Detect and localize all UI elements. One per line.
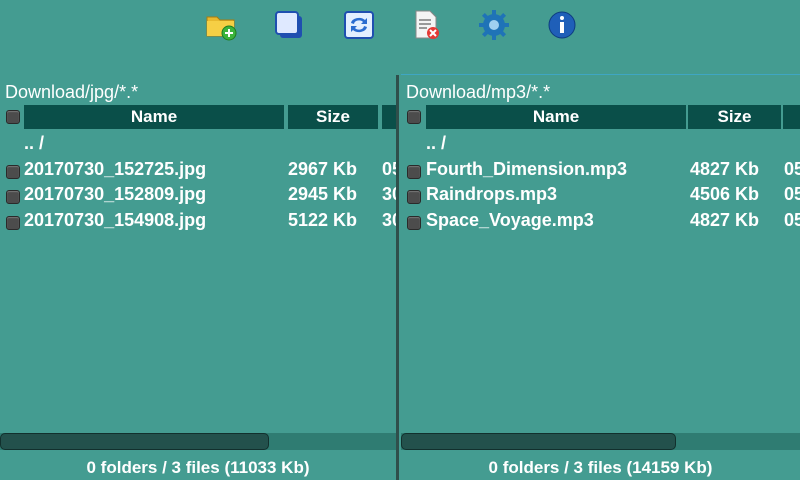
left-select-all-checkbox[interactable] — [6, 110, 20, 124]
file-date-fragment: 05 — [382, 159, 396, 179]
file-name: Raindrops.mp3 — [426, 184, 558, 204]
info-button[interactable] — [545, 8, 579, 42]
right-file-checkbox[interactable] — [407, 216, 421, 230]
right-column-header: Name Size — [401, 105, 800, 129]
file-size: 4506 Kb — [690, 184, 760, 204]
right-path: Download/mp3/*.* — [406, 82, 551, 102]
left-parent-dir-label: .. / — [24, 133, 45, 153]
left-size-column-header[interactable]: Size — [288, 105, 378, 129]
right-file-row[interactable]: Raindrops.mp3 4506 Kb 05 — [401, 184, 800, 208]
left-date-column-header[interactable] — [382, 105, 396, 129]
right-file-checkbox[interactable] — [407, 190, 421, 204]
left-file-checkbox[interactable] — [6, 190, 20, 204]
file-date-fragment: 30 — [382, 210, 396, 230]
settings-button[interactable] — [477, 8, 511, 42]
file-date-fragment: 05 — [784, 184, 800, 204]
left-file-row[interactable]: 20170730_152725.jpg 2967 Kb 05 — [0, 159, 396, 183]
select-all-button[interactable] — [272, 8, 306, 42]
file-name: 20170730_152725.jpg — [24, 159, 207, 179]
left-file-checkbox[interactable] — [6, 165, 20, 179]
info-icon — [548, 11, 576, 39]
right-status-bar: 0 folders / 3 files (14159 Kb) — [488, 458, 713, 477]
left-status-bar: 0 folders / 3 files (11033 Kb) — [86, 458, 310, 477]
right-file-panel[interactable]: Download/mp3/*.* Name Size .. / Fourth_D… — [401, 74, 800, 480]
file-size: 2967 Kb — [288, 159, 358, 179]
right-date-column-header[interactable] — [783, 105, 800, 129]
left-path: Download/jpg/*.* — [5, 82, 139, 102]
left-file-row[interactable]: 20170730_154908.jpg 5122 Kb 30 — [0, 210, 396, 234]
file-date-fragment: 05 — [784, 159, 800, 179]
file-size: 5122 Kb — [288, 210, 358, 230]
panel-divider[interactable] — [396, 75, 399, 480]
left-parent-dir-row[interactable]: .. / — [0, 133, 396, 157]
right-size-column-header[interactable]: Size — [688, 105, 781, 129]
file-size: 4827 Kb — [690, 159, 760, 179]
file-date-fragment: 30 — [382, 184, 396, 204]
new-folder-button[interactable] — [204, 8, 238, 42]
left-file-row[interactable]: 20170730_152809.jpg 2945 Kb 30 — [0, 184, 396, 208]
new-folder-icon — [206, 16, 237, 41]
left-name-column-header[interactable]: Name — [24, 105, 284, 129]
toolbar — [0, 0, 800, 52]
file-name: Fourth_Dimension.mp3 — [426, 159, 628, 179]
left-file-checkbox[interactable] — [6, 216, 20, 230]
left-scrollbar-thumb[interactable] — [0, 433, 269, 450]
right-file-checkbox[interactable] — [407, 165, 421, 179]
swap-panels-button[interactable] — [342, 8, 376, 42]
delete-file-button[interactable] — [410, 8, 444, 42]
right-scrollbar-thumb[interactable] — [401, 433, 676, 450]
file-name: 20170730_154908.jpg — [24, 210, 207, 230]
right-select-all-checkbox[interactable] — [407, 110, 421, 124]
right-name-column-header[interactable]: Name — [426, 105, 686, 129]
file-size: 2945 Kb — [288, 184, 358, 204]
file-name: 20170730_152809.jpg — [24, 184, 207, 204]
file-name: Space_Voyage.mp3 — [426, 210, 594, 230]
settings-gear-icon — [479, 10, 509, 40]
right-parent-dir-row[interactable]: .. / — [401, 133, 800, 157]
left-file-panel[interactable]: Download/jpg/*.* Name Size .. / 20170730… — [0, 75, 396, 480]
delete-file-icon — [415, 10, 439, 39]
right-file-row[interactable]: Space_Voyage.mp3 4827 Kb 05 — [401, 210, 800, 234]
file-size: 4827 Kb — [690, 210, 760, 230]
left-column-header: Name Size — [0, 105, 396, 129]
right-parent-dir-label: .. / — [426, 133, 447, 153]
select-all-icon — [275, 11, 302, 38]
right-file-row[interactable]: Fourth_Dimension.mp3 4827 Kb 05 — [401, 159, 800, 183]
file-date-fragment: 05 — [784, 210, 800, 230]
swap-panels-icon — [344, 11, 374, 39]
